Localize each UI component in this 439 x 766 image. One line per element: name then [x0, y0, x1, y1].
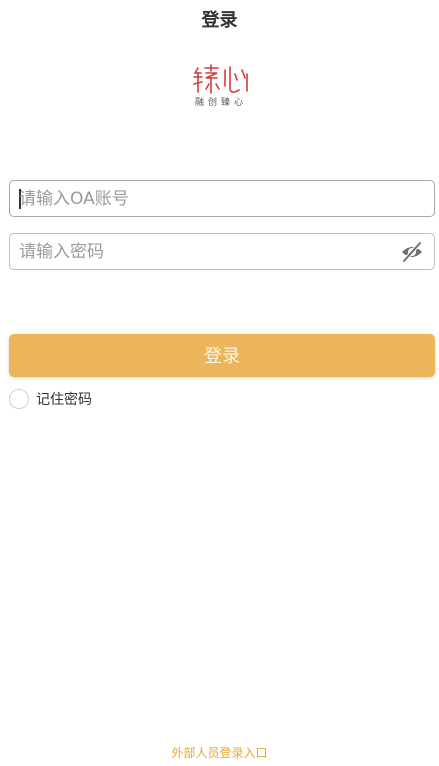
login-page: 登录 融创臻心 请输入OA账号 登录 记住密码 外部人员登录入口: [0, 0, 439, 766]
page-title: 登录: [201, 10, 238, 31]
brand-logo-icon: [193, 64, 248, 94]
account-field[interactable]: [9, 180, 435, 217]
remember-radio[interactable]: [9, 389, 29, 409]
password-field[interactable]: [9, 233, 435, 270]
password-input[interactable]: [19, 234, 399, 269]
remember-password-option[interactable]: 记住密码: [9, 388, 92, 410]
brand-logo: 融创臻心: [188, 64, 254, 114]
account-input[interactable]: [19, 181, 399, 216]
external-login-link[interactable]: 外部人员登录入口: [0, 744, 439, 761]
brand-slogan: 融创臻心: [194, 98, 247, 108]
remember-label: 记住密码: [36, 392, 92, 408]
eye-hidden-icon[interactable]: [400, 241, 424, 263]
login-button[interactable]: 登录: [9, 334, 435, 377]
